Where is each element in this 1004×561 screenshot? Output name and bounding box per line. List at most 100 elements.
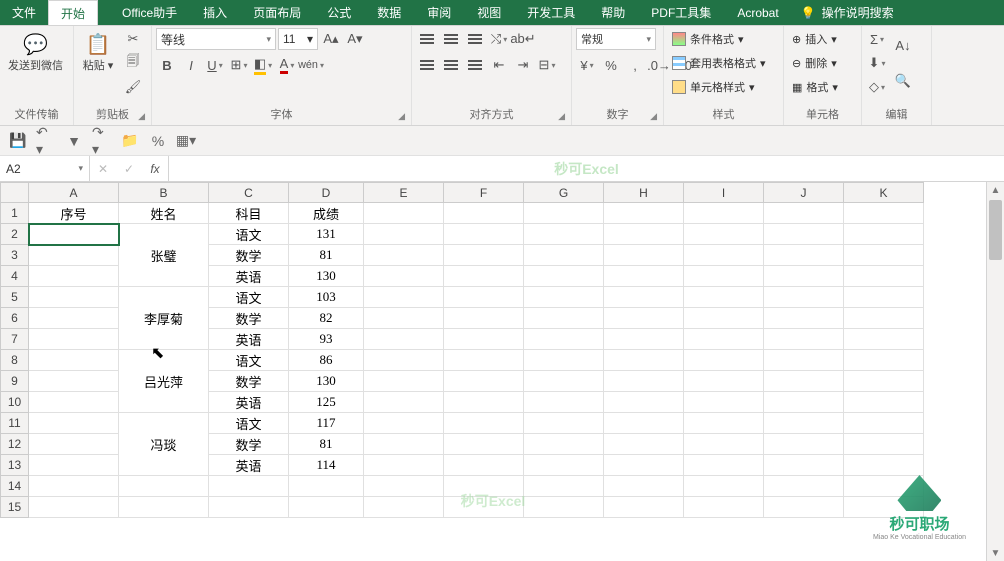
column-header-G[interactable]: G — [524, 183, 604, 203]
cell-I9[interactable] — [684, 371, 764, 392]
cell-A6[interactable] — [29, 308, 119, 329]
cell-F14[interactable] — [444, 476, 524, 497]
cell-G1[interactable] — [524, 203, 604, 224]
row-header-11[interactable]: 11 — [1, 413, 29, 434]
format-cells-button[interactable]: ▦格式 ▾ — [788, 76, 842, 98]
cell-K4[interactable] — [844, 266, 924, 287]
row-header-8[interactable]: 8 — [1, 350, 29, 371]
underline-button[interactable]: U — [204, 54, 226, 76]
cell-E4[interactable] — [364, 266, 444, 287]
insert-cells-button[interactable]: ⊕插入 ▾ — [788, 28, 841, 50]
cell-G14[interactable] — [524, 476, 604, 497]
cell-A13[interactable] — [29, 455, 119, 476]
orientation-button[interactable]: ⤭ — [488, 28, 510, 50]
cell-J5[interactable] — [764, 287, 844, 308]
cell-D12[interactable]: 81 — [289, 434, 364, 455]
cell-C14[interactable] — [209, 476, 289, 497]
tab-data[interactable]: 数据 — [367, 4, 411, 21]
cell-H7[interactable] — [604, 329, 684, 350]
merge-cells-button[interactable]: ⊟ — [536, 54, 558, 76]
column-header-B[interactable]: B — [119, 183, 209, 203]
cell-G15[interactable] — [524, 497, 604, 518]
number-format-select[interactable]: 常规▾ — [576, 28, 656, 50]
cell-F7[interactable] — [444, 329, 524, 350]
cell-C13[interactable]: 英语 — [209, 455, 289, 476]
cell-K5[interactable] — [844, 287, 924, 308]
cell-D6[interactable]: 82 — [289, 308, 364, 329]
cell-J7[interactable] — [764, 329, 844, 350]
cell-J6[interactable] — [764, 308, 844, 329]
cell-I3[interactable] — [684, 245, 764, 266]
cell-G5[interactable] — [524, 287, 604, 308]
cell-J9[interactable] — [764, 371, 844, 392]
cell-J4[interactable] — [764, 266, 844, 287]
italic-button[interactable]: I — [180, 54, 202, 76]
cell-J14[interactable] — [764, 476, 844, 497]
cell-I12[interactable] — [684, 434, 764, 455]
redo-button[interactable]: ↷ ▾ — [92, 131, 112, 151]
delete-cells-button[interactable]: ⊖删除 ▾ — [788, 52, 841, 74]
scrollbar-thumb[interactable] — [989, 200, 1002, 260]
percent-format-button[interactable]: % — [600, 54, 622, 76]
cell-F9[interactable] — [444, 371, 524, 392]
cell-E9[interactable] — [364, 371, 444, 392]
cell-F13[interactable] — [444, 455, 524, 476]
cell-A11[interactable] — [29, 413, 119, 434]
cell-C2[interactable]: 语文 — [209, 224, 289, 245]
tell-me-search[interactable]: 操作说明搜索 — [822, 4, 894, 21]
row-header-15[interactable]: 15 — [1, 497, 29, 518]
cell-C6[interactable]: 数学 — [209, 308, 289, 329]
cell-C1[interactable]: 科目 — [209, 203, 289, 224]
tab-review[interactable]: 审阅 — [417, 4, 461, 21]
cell-D7[interactable]: 93 — [289, 329, 364, 350]
cell-K2[interactable] — [844, 224, 924, 245]
cell-J8[interactable] — [764, 350, 844, 371]
cell-K13[interactable] — [844, 455, 924, 476]
cell-K15[interactable] — [844, 497, 924, 518]
cell-E11[interactable] — [364, 413, 444, 434]
paste-button[interactable]: 📋 粘贴 ▾ — [78, 28, 118, 74]
cell-F2[interactable] — [444, 224, 524, 245]
cell-style-button[interactable]: 单元格样式 ▾ — [668, 76, 759, 98]
cell-G12[interactable] — [524, 434, 604, 455]
cell-J10[interactable] — [764, 392, 844, 413]
cell-A10[interactable] — [29, 392, 119, 413]
tab-office-helper[interactable]: Office助手 — [112, 4, 187, 21]
cell-I11[interactable] — [684, 413, 764, 434]
increase-indent-button[interactable]: ⇥ — [512, 54, 534, 76]
name-box[interactable]: A2▾ — [0, 156, 90, 181]
cell-C11[interactable]: 语文 — [209, 413, 289, 434]
cell-K10[interactable] — [844, 392, 924, 413]
cell-J12[interactable] — [764, 434, 844, 455]
row-header-10[interactable]: 10 — [1, 392, 29, 413]
cell-K1[interactable] — [844, 203, 924, 224]
open-folder-button[interactable]: 📁 — [120, 131, 140, 151]
column-header-E[interactable]: E — [364, 183, 444, 203]
cell-F8[interactable] — [444, 350, 524, 371]
copy-button[interactable]: 🗐 — [122, 52, 144, 74]
tab-view[interactable]: 视图 — [467, 4, 511, 21]
cell-A15[interactable] — [29, 497, 119, 518]
row-header-14[interactable]: 14 — [1, 476, 29, 497]
cell-H10[interactable] — [604, 392, 684, 413]
cell-E2[interactable] — [364, 224, 444, 245]
cell-H15[interactable] — [604, 497, 684, 518]
cell-C12[interactable]: 数学 — [209, 434, 289, 455]
accounting-format-button[interactable]: ¥ — [576, 54, 598, 76]
cell-G10[interactable] — [524, 392, 604, 413]
cell-C9[interactable]: 数学 — [209, 371, 289, 392]
cell-G4[interactable] — [524, 266, 604, 287]
format-painter-button[interactable]: 🖌 — [122, 76, 144, 98]
cell-G7[interactable] — [524, 329, 604, 350]
column-header-C[interactable]: C — [209, 183, 289, 203]
cell-H8[interactable] — [604, 350, 684, 371]
cell-A7[interactable] — [29, 329, 119, 350]
cell-B11[interactable]: 冯琰 — [119, 413, 209, 476]
cell-J11[interactable] — [764, 413, 844, 434]
cell-B5[interactable]: 李厚菊 — [119, 287, 209, 350]
cell-C8[interactable]: 语文 — [209, 350, 289, 371]
undo-button[interactable]: ↶ ▾ — [36, 131, 56, 151]
cell-H4[interactable] — [604, 266, 684, 287]
cell-H12[interactable] — [604, 434, 684, 455]
cell-F5[interactable] — [444, 287, 524, 308]
